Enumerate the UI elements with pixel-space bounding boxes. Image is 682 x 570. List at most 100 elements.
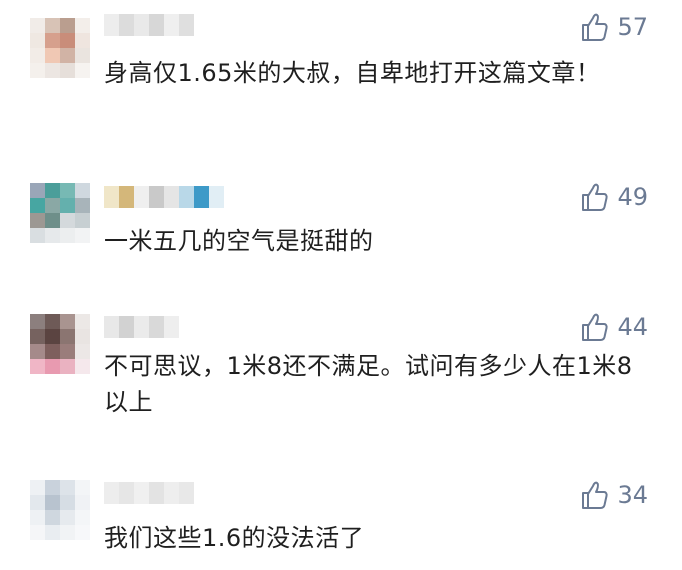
avatar-pixel (75, 63, 90, 78)
avatar-pixel (60, 329, 75, 344)
avatar-pixel (60, 344, 75, 359)
avatar-pixel (30, 344, 45, 359)
avatar-pixel (60, 198, 75, 213)
like-button[interactable]: 44 (581, 312, 648, 342)
username-blurred[interactable] (104, 186, 224, 208)
username-pixel (179, 482, 194, 504)
username-blurred[interactable] (104, 316, 179, 338)
avatar-pixel (60, 480, 75, 495)
avatar-pixel (75, 48, 90, 63)
username-pixel (149, 186, 164, 208)
username-pixel (134, 482, 149, 504)
avatar-pixel (45, 510, 60, 525)
avatar-pixel (75, 228, 90, 243)
username-pixel (209, 186, 224, 208)
thumbs-up-icon (582, 183, 609, 211)
like-button[interactable]: 57 (581, 12, 648, 42)
avatar-pixel (60, 63, 75, 78)
username-blurred[interactable] (104, 482, 194, 504)
avatar-pixel (60, 510, 75, 525)
username-pixel (119, 186, 134, 208)
like-count: 57 (617, 13, 648, 41)
avatar-pixel (30, 314, 45, 329)
avatar[interactable] (30, 480, 90, 540)
avatar-pixel (45, 18, 60, 33)
like-button[interactable]: 49 (581, 182, 648, 212)
username-pixel (194, 186, 209, 208)
avatar-pixel (30, 495, 45, 510)
avatar-pixel (45, 48, 60, 63)
avatar-pixel (45, 495, 60, 510)
username-pixel (179, 14, 194, 36)
username-pixel (104, 316, 119, 338)
username-pixel (134, 316, 149, 338)
comment-text: 身高仅1.65米的大叔，自卑地打开这篇文章！ (104, 59, 601, 87)
username-pixel (134, 14, 149, 36)
avatar[interactable] (30, 314, 90, 374)
username-pixel (164, 316, 179, 338)
username-pixel (149, 316, 164, 338)
avatar-pixel (75, 329, 90, 344)
avatar-pixel (75, 525, 90, 540)
avatar-pixel (75, 314, 90, 329)
username-blurred[interactable] (104, 14, 194, 36)
like-count: 49 (617, 183, 648, 211)
avatar-pixel (60, 359, 75, 374)
comment-text: 我们这些1.6的没法活了 (104, 524, 365, 552)
username-pixel (119, 482, 134, 504)
avatar-pixel (75, 213, 90, 228)
thumbs-up-icon (582, 481, 609, 509)
avatar-pixel (60, 495, 75, 510)
username-pixel (104, 14, 119, 36)
avatar-pixel (45, 198, 60, 213)
avatar-pixel (75, 183, 90, 198)
avatar-pixel (30, 198, 45, 213)
like-count: 44 (617, 313, 648, 341)
avatar-pixel (75, 33, 90, 48)
avatar-pixel (60, 18, 75, 33)
avatar-pixel (60, 48, 75, 63)
avatar-pixel (45, 33, 60, 48)
username-pixel (104, 186, 119, 208)
comment-item: 49 一米五几的空气是挺甜的 (0, 150, 682, 290)
avatar-pixel (45, 228, 60, 243)
avatar-pixel (30, 33, 45, 48)
avatar-pixel (45, 314, 60, 329)
avatar-pixel (45, 480, 60, 495)
username-pixel (164, 14, 179, 36)
like-count: 34 (617, 481, 648, 509)
avatar[interactable] (30, 18, 90, 78)
avatar-pixel (75, 480, 90, 495)
avatar-pixel (45, 344, 60, 359)
username-pixel (179, 186, 194, 208)
like-button[interactable]: 34 (581, 480, 648, 510)
avatar-pixel (45, 329, 60, 344)
avatar-pixel (30, 63, 45, 78)
avatar-pixel (45, 525, 60, 540)
username-pixel (149, 14, 164, 36)
avatar-pixel (30, 359, 45, 374)
avatar-pixel (60, 228, 75, 243)
username-pixel (164, 186, 179, 208)
thumbs-up-icon (582, 13, 609, 41)
avatar-pixel (75, 18, 90, 33)
avatar-pixel (30, 213, 45, 228)
avatar-pixel (75, 510, 90, 525)
avatar-pixel (60, 33, 75, 48)
avatar-pixel (60, 314, 75, 329)
thumbs-up-icon (582, 313, 609, 341)
avatar-pixel (30, 525, 45, 540)
avatar-pixel (45, 183, 60, 198)
avatar-pixel (45, 63, 60, 78)
avatar-pixel (30, 480, 45, 495)
username-pixel (104, 482, 119, 504)
avatar-pixel (75, 359, 90, 374)
avatar-pixel (45, 213, 60, 228)
avatar-pixel (30, 183, 45, 198)
username-pixel (119, 316, 134, 338)
comment-text: 一米五几的空气是挺甜的 (104, 227, 374, 255)
avatar-pixel (30, 329, 45, 344)
comment-item: 57 身高仅1.65米的大叔，自卑地打开这篇文章！ (0, 0, 682, 150)
avatar[interactable] (30, 183, 90, 243)
comment-item: 44 不可思议，1米8还不满足。试问有多少人在1米8以上 (0, 290, 682, 460)
